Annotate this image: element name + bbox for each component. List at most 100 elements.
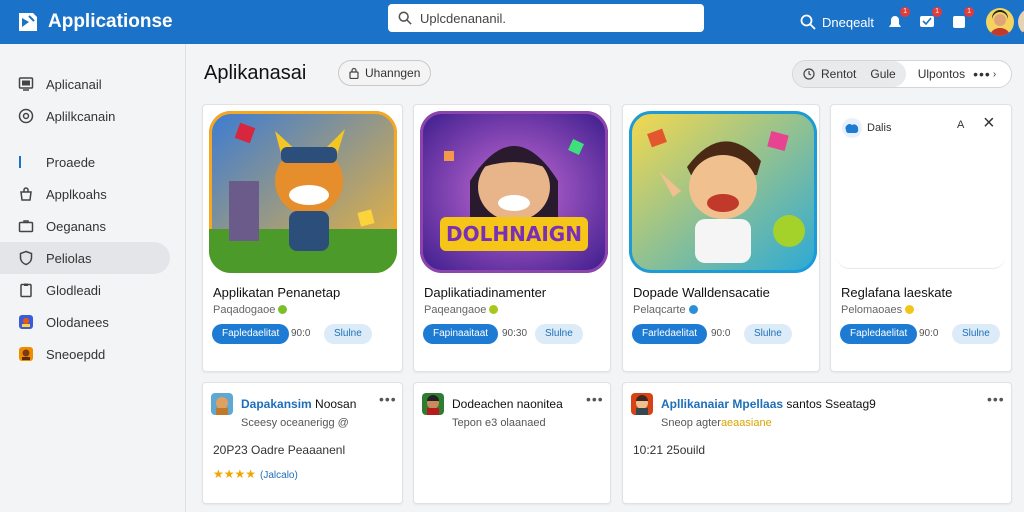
sidebar-item-label: Aplicanail — [46, 76, 102, 92]
avatar-icon — [19, 347, 33, 361]
install-button[interactable]: Fapledaelitat — [840, 324, 918, 344]
app-card[interactable]: Dopade Walldensacatie Pelaqcarte Farleda… — [622, 104, 820, 372]
app-name: Daplikatiadinamenter — [424, 285, 547, 300]
close-icon[interactable]: × — [983, 113, 995, 133]
avatar[interactable] — [1018, 8, 1024, 36]
sidebar-item-peliolas[interactable]: Peliolas — [0, 242, 170, 274]
brand-title: Applicationse — [48, 11, 173, 32]
game-art-image — [629, 111, 817, 273]
app-publisher-label: Pelomaoaes — [841, 304, 903, 316]
tag-button[interactable]: Slulne — [324, 324, 372, 344]
sidebar-item-label: Peliolas — [46, 250, 92, 266]
page-title: Aplikanasai — [204, 62, 307, 84]
title-highlight: Apllikanaiar Mpellaas — [661, 397, 784, 411]
font-size-button[interactable]: A — [957, 119, 964, 131]
install-button[interactable]: Fapledaelitat — [212, 324, 290, 344]
app-artwork: DOLHNAIGN — [420, 111, 608, 273]
briefcase-icon — [18, 220, 34, 233]
messages-button[interactable]: 1 — [918, 7, 943, 31]
app-artwork — [629, 111, 817, 273]
app-publisher: Pelomaoaes — [841, 304, 915, 316]
sidebar-item-label: Glodleadi — [46, 282, 101, 298]
sidebar-item-applkoahs[interactable]: Applkoahs — [0, 178, 170, 210]
panel-title: Dalis — [867, 122, 892, 134]
segment-a-label: Rentot — [821, 67, 857, 81]
verified-icon — [688, 305, 698, 314]
list-item[interactable]: Dapakansim Noosan ••• Sceesy oceanerigg … — [202, 382, 403, 504]
avatar[interactable] — [986, 8, 1015, 36]
subtitle-highlight: aeaasiane — [720, 417, 772, 429]
install-button[interactable]: Fapinaaitaat — [423, 324, 499, 344]
list-item[interactable]: Dodeachen naonitea ••• Tepon e3 olaanaed — [413, 382, 611, 504]
list-item[interactable]: Apllikanaiar Mpellaas santos Sseatag9 ••… — [622, 382, 1012, 504]
title-rest: Dodeachen naonitea — [452, 397, 563, 411]
notification-badge: 1 — [900, 7, 911, 17]
app-publisher-label: Paqadogaoe — [213, 304, 276, 316]
more-options-icon[interactable]: ••• — [987, 391, 1005, 407]
sidebar-item-sneoepdd[interactable]: Sneoepdd — [0, 338, 170, 370]
search-box[interactable] — [388, 4, 704, 32]
rating-count[interactable]: (Jalcalo) — [260, 470, 298, 481]
game-art-image — [209, 111, 397, 273]
details-panel-card[interactable]: Dalis A × Reglafana laeskate Pelomaoaes … — [830, 104, 1012, 372]
sidebar-item-olodanees[interactable]: Olodanees — [0, 306, 170, 338]
sidebar-item-label: Applkoahs — [46, 186, 107, 202]
top-bar: Applicationse Dneqealt 1 1 — [0, 0, 1024, 44]
app-card[interactable]: Applikatan Penanetap Paqadogaoe Fapledae… — [202, 104, 403, 372]
chevron-right-icon[interactable]: › — [993, 69, 996, 80]
subtitle-plain: Sneop agter — [661, 417, 721, 429]
search-label[interactable]: Dneqealt — [822, 15, 874, 30]
lock-icon — [349, 67, 359, 79]
tag-button[interactable]: Slulne — [744, 324, 792, 344]
tag-button[interactable]: Slulne — [535, 324, 583, 344]
bag-icon — [20, 187, 32, 201]
brand[interactable]: Applicationse — [0, 10, 380, 34]
messages-badge: 1 — [932, 7, 943, 17]
app-name: Applikatan Penanetap — [213, 285, 341, 300]
app-publisher: Pelaqcarte — [633, 304, 698, 316]
list-item-title: Dapakansim Noosan — [241, 397, 356, 411]
sidebar-item-oeganans[interactable]: Oeganans — [0, 210, 170, 242]
notification-button[interactable]: 1 — [886, 7, 911, 31]
filter-chip[interactable]: Uhanngen — [338, 60, 432, 86]
segment-option-gule[interactable]: Gule — [864, 61, 906, 87]
tag-button[interactable]: Slulne — [952, 324, 1000, 344]
game-thumb-icon — [211, 393, 233, 415]
panel-body — [837, 145, 1005, 269]
search-icon[interactable] — [800, 14, 816, 30]
list-item-title: Dodeachen naonitea — [452, 397, 563, 411]
install-button[interactable]: Farledaelitat — [632, 324, 708, 344]
star-icons: ★★★★ — [213, 467, 257, 481]
app-card[interactable]: DOLHNAIGN Daplikatiadinamenter Paqeangao… — [413, 104, 611, 372]
sidebar: Aplicanail Aplilkcanain Proaede Applkoah… — [0, 44, 186, 512]
list-item-title: Apllikanaiar Mpellaas santos Sseatag9 — [661, 397, 876, 411]
app-rating-value: 90:30 — [502, 328, 528, 339]
sidebar-item-proaede[interactable]: Proaede — [0, 146, 170, 178]
more-options-icon[interactable]: ••• — [379, 391, 397, 407]
more-icon[interactable]: ••• — [973, 66, 991, 82]
avatar-icon — [986, 8, 1015, 36]
list-item-subtitle: Tepon e3 olaanaed — [452, 417, 546, 429]
sidebar-item-label: Sneoepdd — [46, 346, 106, 362]
app-artwork — [209, 111, 397, 273]
segment-option-updates[interactable]: Ulpontos — [918, 67, 965, 81]
top-actions: Dneqealt 1 1 1 — [800, 0, 1024, 44]
sidebar-item-label: Oeganans — [46, 218, 106, 234]
list-item-header: Dapakansim Noosan — [211, 393, 356, 415]
alerts-button[interactable]: 1 — [950, 7, 975, 31]
title-highlight: Dapakansim — [241, 397, 312, 411]
search-input[interactable] — [420, 10, 690, 26]
list-item-header: Apllikanaiar Mpellaas santos Sseatag9 — [631, 393, 876, 415]
view-segment: Rentot Gule Ulpontos ••• › — [792, 60, 1012, 88]
rating-stars: ★★★★ (Jalcalo) — [213, 467, 298, 481]
list-item-header: Dodeachen naonitea — [422, 393, 563, 415]
sidebar-item-aplicanail[interactable]: Aplicanail — [0, 68, 170, 100]
list-item-subtitle: Sneop agteraeaasiane — [661, 417, 772, 429]
segment-option-recent[interactable]: Rentot — [793, 61, 865, 87]
app-name: Reglafana laeskate — [841, 285, 953, 300]
app-publisher: Paqeangaoe — [424, 304, 499, 316]
more-options-icon[interactable]: ••• — [586, 391, 604, 407]
sidebar-item-aplilkcanain[interactable]: Aplilkcanain — [0, 100, 170, 132]
sidebar-item-glodleadi[interactable]: Glodleadi — [0, 274, 170, 306]
panel-header: Dalis — [841, 117, 891, 139]
